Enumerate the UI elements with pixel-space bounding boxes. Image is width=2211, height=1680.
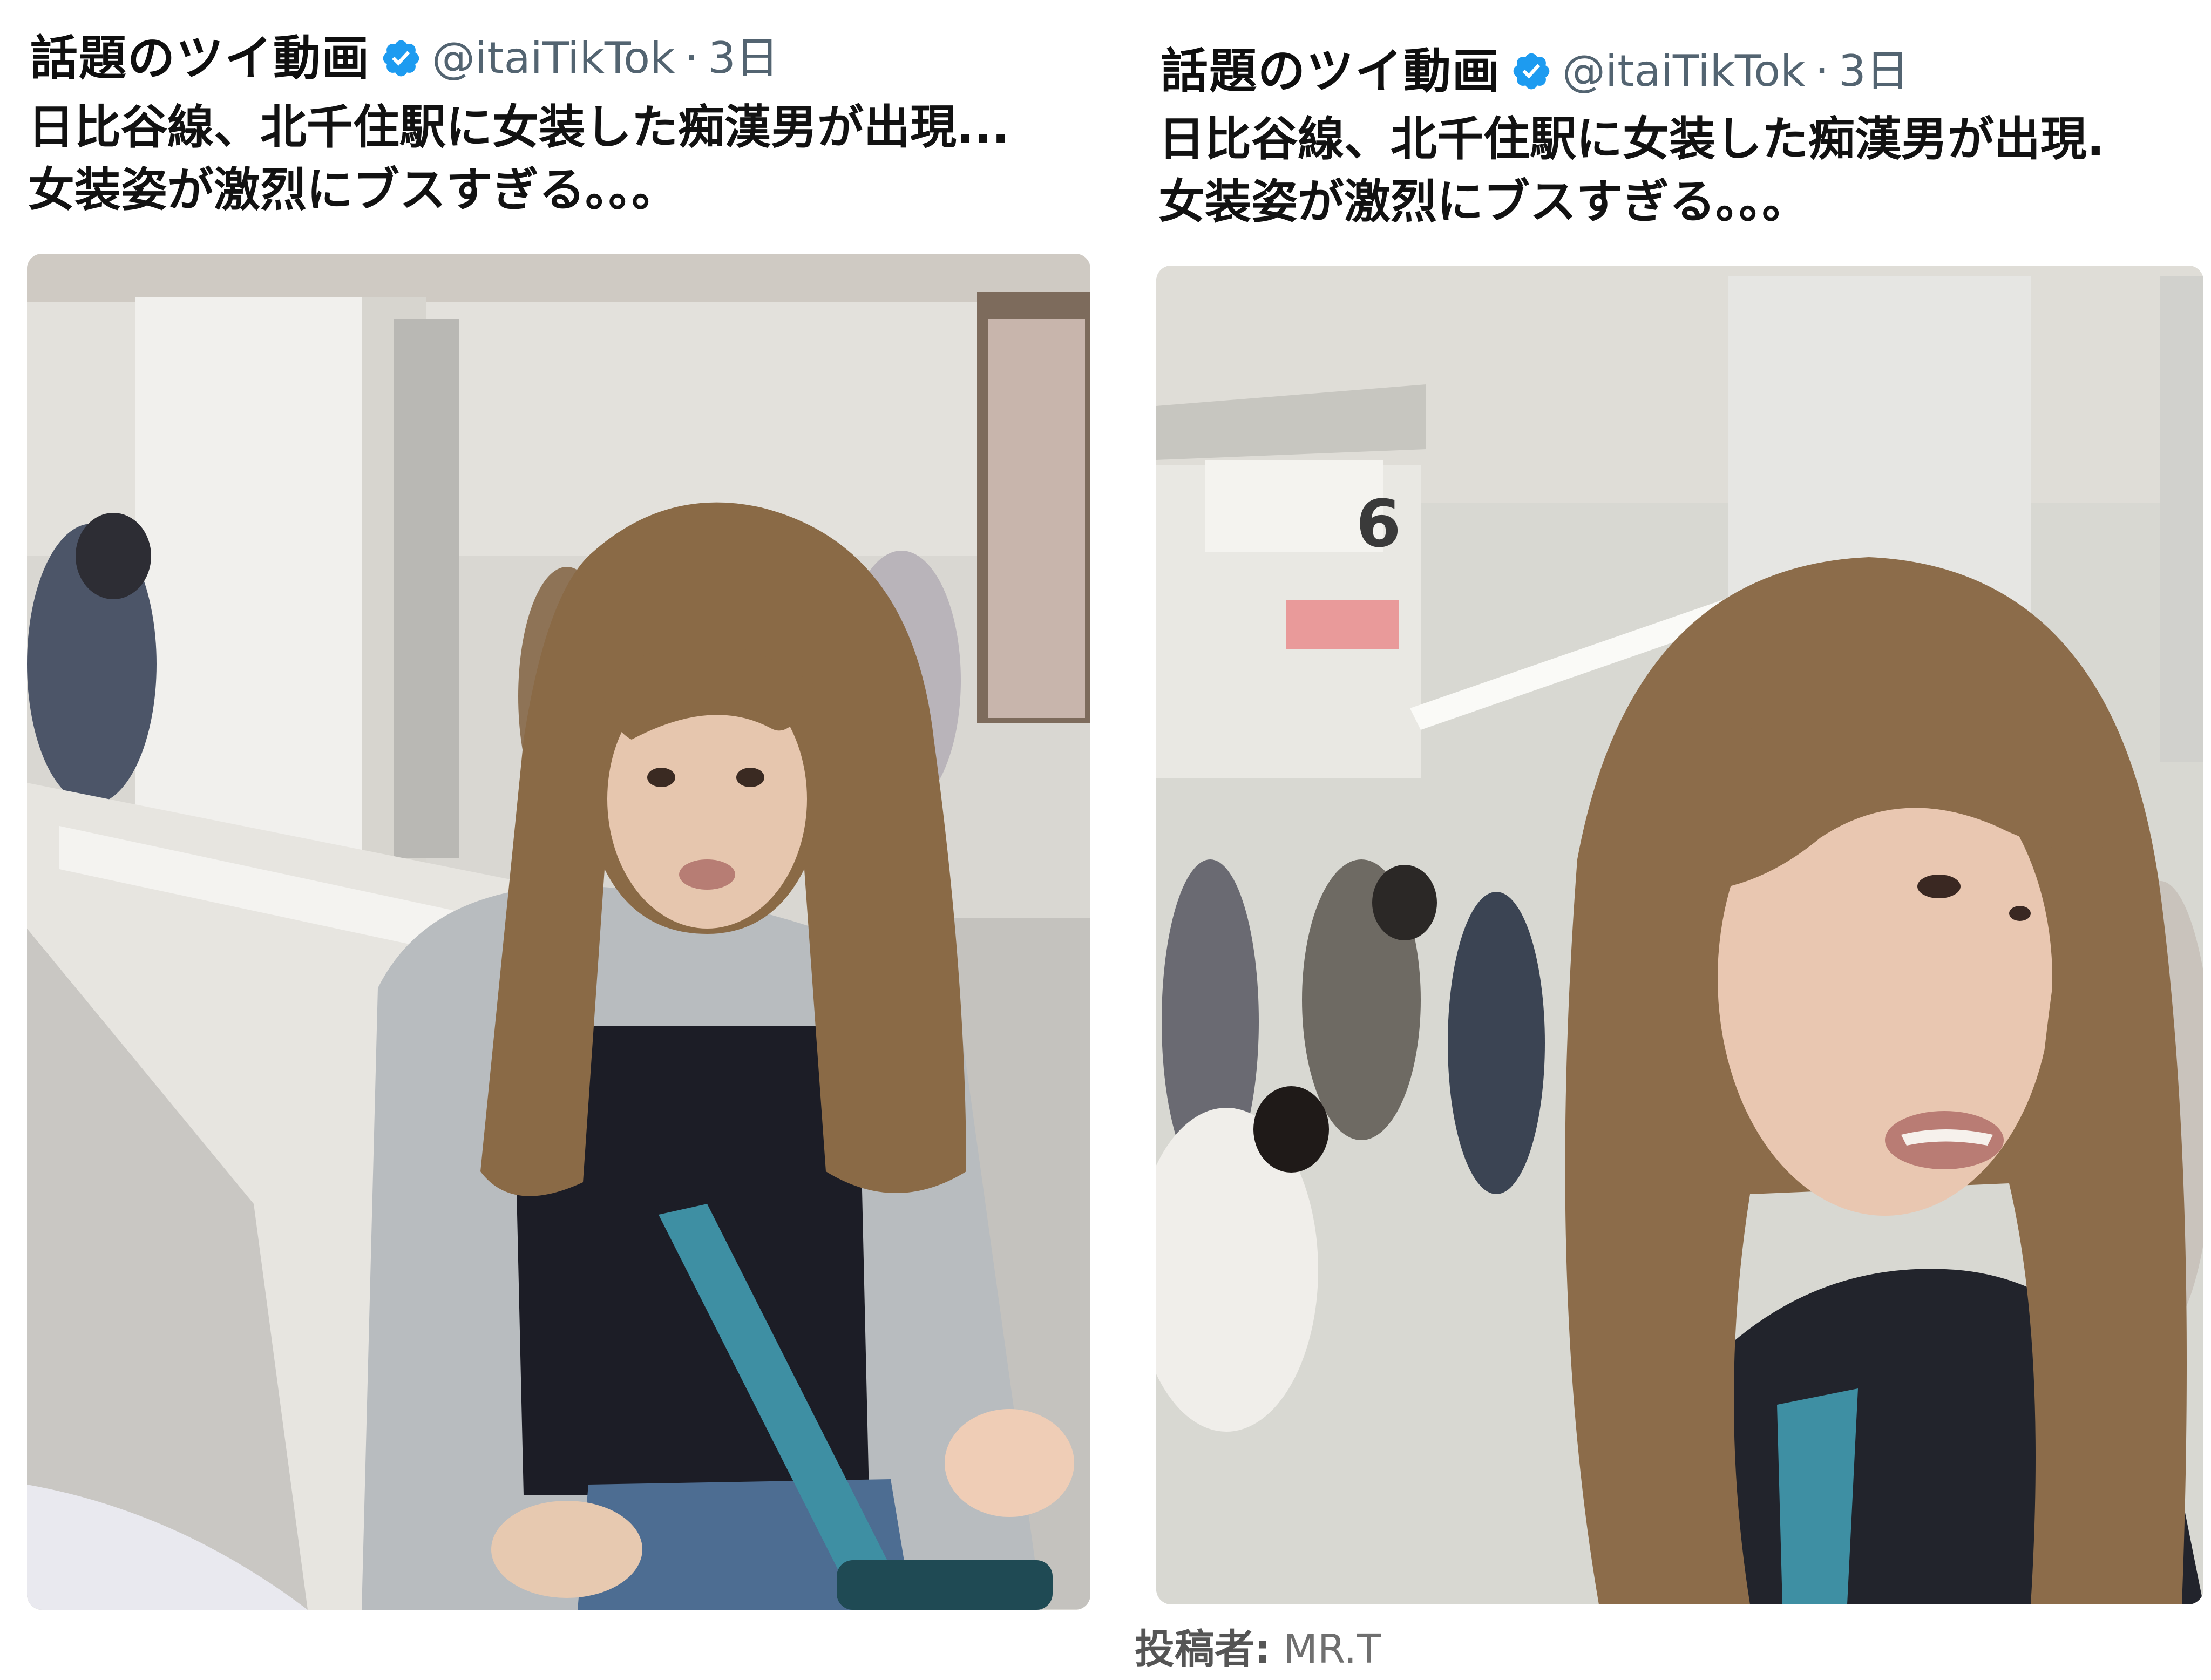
tweet-text: 日比谷線、北千住駅に女装した痴漢男が出現. 女装姿が激烈にブスすぎる。。。 [1158,108,2211,233]
verified-badge-icon [383,40,419,77]
account-name[interactable]: 話題のツイ動画 [1161,48,1501,95]
post-timestamp[interactable]: 3日 [708,37,779,80]
tweet-media-photo[interactable] [27,254,1090,1610]
account-name[interactable]: 話題のツイ動画 [30,35,370,82]
tweet-text: 日比谷線、北千住駅に女装した痴漢男が出現... 女装姿が激烈にブスすぎる。。。 [28,96,1102,221]
tweet-card-left: 話題のツイ動画 @itaiTikTok · 3日 日比谷線、北千住駅に女装した痴… [0,0,1101,1680]
post-timestamp[interactable]: 3日 [1839,50,1909,93]
platform-sign-number: 6 [1356,487,1401,562]
video-still-image: 6 [1156,266,2203,1604]
tweet-text-line-1: 日比谷線、北千住駅に女装した痴漢男が出現. [1158,112,2105,166]
tweet-header: 話題のツイ動画 @itaiTikTok · 3日 [30,35,779,82]
tweet-card-right: 話題のツイ動画 @itaiTikTok · 3日 日比谷線、北千住駅に女装した痴… [1128,0,2211,1680]
separator-dot: · [1815,46,1829,96]
tweet-text-line-2: 女装姿が激烈にブスすぎる。。。 [1158,175,1808,229]
video-still-image [27,254,1090,1610]
credit-name: MR.T [1283,1626,1381,1672]
account-handle[interactable]: @itaiTikTok [1562,50,1805,93]
tweet-text-line-1: 日比谷線、北千住駅に女装した痴漢男が出現... [28,100,1010,154]
tweet-media-photo[interactable]: 6 [1156,266,2203,1604]
tweet-text-line-2: 女装姿が激烈にブスすぎる。。。 [28,163,678,217]
tweet-header: 話題のツイ動画 @itaiTikTok · 3日 [1161,48,1909,95]
separator-dot: · [684,33,698,83]
verified-badge-icon [1513,53,1550,90]
photo-credit: 投稿者: MR.T [1135,1629,1381,1669]
credit-label: 投稿者: [1135,1626,1271,1672]
account-handle[interactable]: @itaiTikTok [432,37,675,80]
